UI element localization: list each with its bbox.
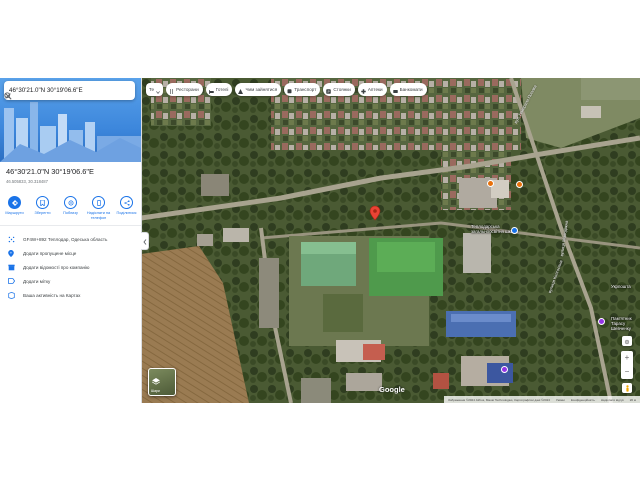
zoom-control: + − — [621, 351, 633, 379]
feedback-link[interactable]: Надіслати відгук — [601, 398, 624, 402]
monument-poi-icon[interactable] — [598, 318, 605, 325]
shopping-poi-icon[interactable] — [516, 181, 523, 188]
chip-hotels[interactable]: Готелі — [205, 81, 233, 99]
my-location-button[interactable] — [622, 336, 632, 346]
place-hero-image — [0, 78, 141, 162]
svg-text:P: P — [328, 90, 330, 94]
add-place-icon: + — [7, 249, 15, 257]
privacy-link[interactable]: Конфіденційність — [571, 398, 595, 402]
street-view-button[interactable] — [622, 383, 632, 393]
action-label: Поділитися — [116, 211, 137, 215]
chip-pharmacies[interactable]: Аптеки — [357, 81, 387, 99]
chip-label: Банкомати — [399, 87, 423, 92]
activity-row[interactable]: Ваша активність на Картах — [0, 288, 141, 302]
zoom-out-button[interactable]: − — [625, 368, 630, 376]
poi-label-monument: Пам'ятник Тарасу Шевченку — [611, 316, 632, 331]
add-business-row[interactable]: Додати відомості про компанію — [0, 260, 141, 274]
add-label-row[interactable]: Додати мітку — [0, 274, 141, 288]
chip-menu[interactable]: Те — [146, 81, 164, 99]
search-input[interactable] — [4, 86, 101, 95]
chevron-left-icon — [142, 232, 147, 250]
chip-atms[interactable]: Банкомати — [389, 81, 427, 99]
share-button[interactable]: Поділитися — [114, 196, 139, 220]
search-icon[interactable] — [4, 85, 115, 100]
directions-button[interactable]: Маршрути — [2, 196, 27, 220]
school-poi-icon[interactable] — [511, 227, 518, 234]
layers-button[interactable]: Шари — [148, 368, 176, 396]
add-label-text: Додати мітку — [23, 278, 51, 284]
transit-icon — [287, 81, 292, 99]
add-place-row[interactable]: + Додати пропущене місце — [0, 246, 141, 260]
action-bar: Маршрути Зберегти Поблизу Надіслати на т… — [2, 196, 139, 220]
my-location-icon — [624, 332, 630, 350]
bookmark-icon — [36, 196, 49, 209]
chip-parking[interactable]: P Стоянки — [323, 83, 355, 96]
chip-label: Транспорт — [294, 87, 317, 92]
action-label: Маршрути — [5, 211, 24, 215]
layers-label: Шари — [151, 389, 160, 393]
zoom-in-button[interactable]: + — [625, 354, 630, 362]
place-info-list: GF4W+892 Теплодар, Одеська область + Дод… — [0, 232, 141, 302]
save-button[interactable]: Зберегти — [30, 196, 55, 220]
satellite-map[interactable]: вул. Генерала Попова вулиця Колгоспна ву… — [141, 78, 640, 403]
chip-label: Готелі — [215, 87, 229, 92]
label-icon — [7, 277, 15, 285]
close-icon[interactable] — [5, 85, 129, 99]
parking-icon: P — [326, 81, 332, 99]
terms-link[interactable]: Умови — [556, 398, 565, 402]
add-business-icon — [7, 263, 15, 271]
chevron-down-icon — [156, 81, 160, 99]
scale-bar[interactable]: 20 м — [630, 398, 636, 402]
plus-code-row[interactable]: GF4W+892 Теплодар, Одеська область — [0, 232, 141, 246]
divider — [0, 225, 141, 226]
nearby-icon — [64, 196, 77, 209]
place-title: 46°30'21.0"N 30°19'06.6"E — [6, 167, 94, 176]
send-to-phone-icon — [92, 196, 105, 209]
collapse-panel-button[interactable] — [141, 232, 149, 250]
attribution-text: Зображення ©2024 Airbus, Maxar Technolog… — [448, 397, 550, 402]
svg-text:+: + — [10, 250, 13, 254]
chip-label: Те — [149, 87, 155, 92]
poi-label-right: Укрпошта — [611, 284, 631, 289]
add-place-text: Додати пропущене місце — [23, 250, 77, 256]
directions-icon — [8, 196, 21, 209]
google-maps-window: 46°30'21.0"N 30°19'06.6"E 46.505833, 30.… — [0, 78, 640, 403]
hotel-icon — [208, 81, 214, 99]
atm-icon — [392, 81, 398, 99]
action-label: Надіслати на телефон — [86, 211, 111, 220]
pegman-icon — [625, 379, 630, 397]
chip-label: Стоянки — [333, 87, 351, 92]
category-chips: Те Ресторани Готелі Чим зайнятися Трансп… — [146, 83, 427, 96]
google-logo: Google — [379, 385, 405, 394]
chip-restaurants[interactable]: Ресторани — [166, 83, 203, 96]
plus-code-icon — [7, 235, 15, 243]
share-icon — [120, 196, 133, 209]
history-icon — [7, 291, 15, 299]
attraction-poi-icon[interactable] — [501, 366, 508, 373]
action-label: Зберегти — [34, 211, 51, 215]
send-to-phone-button[interactable]: Надіслати на телефон — [86, 196, 111, 220]
chip-things-to-do[interactable]: Чим зайнятися — [235, 81, 282, 99]
chip-label: Аптеки — [367, 87, 383, 92]
search-box[interactable] — [4, 81, 135, 100]
layers-icon — [151, 372, 161, 390]
add-business-text: Додати відомості про компанію — [23, 264, 90, 270]
plus-code-text: GF4W+892 Теплодар, Одеська область — [23, 236, 108, 242]
action-label: Поблизу — [63, 211, 78, 215]
place-panel: 46°30'21.0"N 30°19'06.6"E 46.505833, 30.… — [0, 78, 142, 403]
activity-text: Ваша активність на Картах — [23, 292, 81, 298]
chip-label: Чим зайнятися — [245, 87, 278, 92]
nearby-button[interactable]: Поблизу — [58, 196, 83, 220]
chip-transit[interactable]: Транспорт — [284, 81, 321, 99]
restaurant-icon — [169, 81, 174, 99]
place-coordinates: 46.505833, 30.318487 — [6, 179, 48, 184]
pharmacy-icon — [361, 81, 366, 99]
chip-label: Ресторани — [176, 87, 199, 92]
map-attribution: Зображення ©2024 Airbus, Maxar Technolog… — [444, 396, 640, 403]
things-to-do-icon — [238, 81, 244, 99]
restaurant-poi-icon[interactable] — [487, 180, 494, 187]
